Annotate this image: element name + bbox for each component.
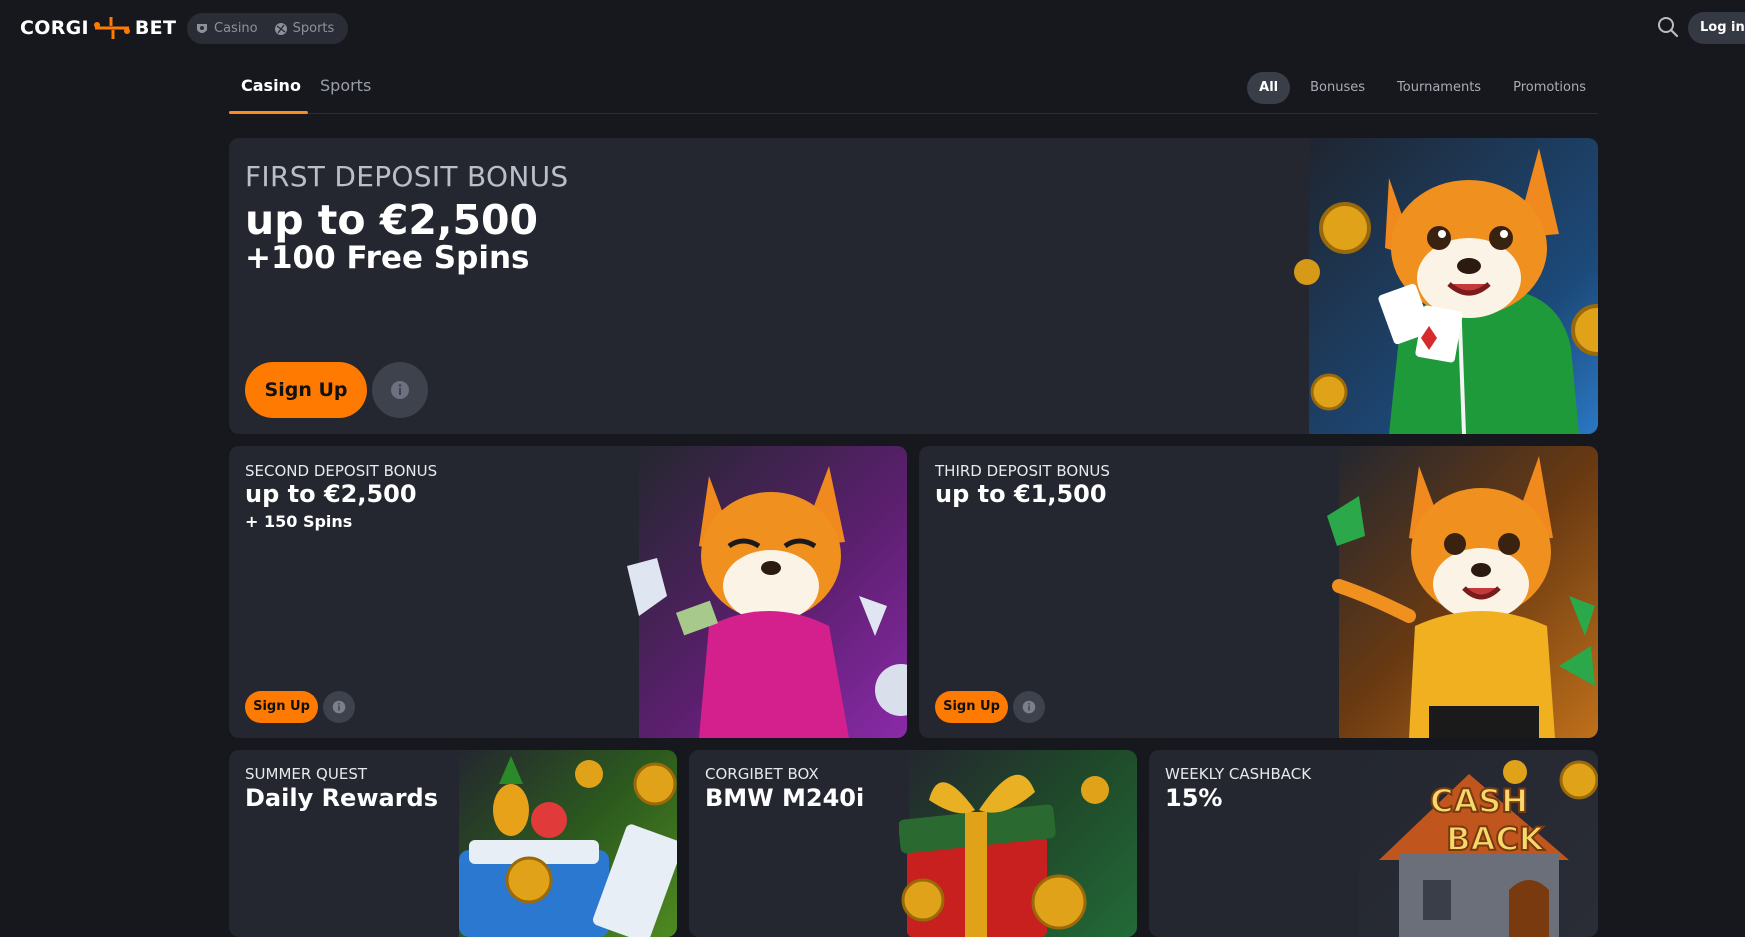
promo-headline: up to €2,500: [245, 196, 539, 244]
promo-card-first-deposit[interactable]: FIRST DEPOSIT BONUS up to €2,500 +100 Fr…: [229, 138, 1598, 434]
info-icon: [332, 700, 346, 714]
filter-pills: All Bonuses Tournaments Promotions: [1247, 72, 1598, 104]
corgibet-logo[interactable]: CORGI BET: [20, 14, 176, 42]
promo-headline: BMW M240i: [705, 784, 865, 812]
promo-kicker: CORGIBET BOX: [705, 765, 819, 783]
info-icon: [391, 381, 409, 399]
cashback-art-text-cash: CASH: [1430, 782, 1528, 820]
info-icon: [1022, 700, 1036, 714]
promo-card-summer-quest[interactable]: SUMMER QUEST Daily Rewards: [229, 750, 677, 937]
promo-kicker: THIRD DEPOSIT BONUS: [935, 462, 1110, 480]
active-tab-underline: [229, 111, 308, 114]
promo-kicker: FIRST DEPOSIT BONUS: [245, 160, 569, 193]
info-button[interactable]: [323, 691, 355, 723]
corgi-diva-mascot-image: [627, 466, 907, 738]
promo-card-second-deposit[interactable]: SECOND DEPOSIT BONUS up to €2,500 + 150 …: [229, 446, 907, 738]
promo-headline: Daily Rewards: [245, 784, 438, 812]
gift-box-image: [899, 774, 1109, 937]
soccer-ball-icon: [274, 22, 287, 35]
tab-casino[interactable]: Casino: [241, 76, 301, 114]
login-button[interactable]: Log in: [1688, 12, 1745, 44]
cashback-house-image: CASH BACK: [1379, 760, 1598, 937]
promo-kicker: WEEKLY CASHBACK: [1165, 765, 1312, 783]
promo-kicker: SUMMER QUEST: [245, 765, 367, 783]
corgi-money-mascot-image: [1327, 456, 1595, 738]
logo-text-left: CORGI: [20, 17, 89, 39]
info-button[interactable]: [372, 362, 428, 418]
filter-promotions[interactable]: Promotions: [1501, 72, 1598, 104]
casino-sports-switch: Casino Sports: [187, 13, 348, 44]
info-button[interactable]: [1013, 691, 1045, 723]
promo-subline: +100 Free Spins: [245, 240, 530, 276]
logo-text-right: BET: [134, 17, 177, 39]
corgi-poker-mascot-image: [1294, 148, 1598, 434]
promo-card-weekly-cashback[interactable]: WEEKLY CASHBACK 15% CASH BACK: [1149, 750, 1598, 937]
casino-chip-icon: [197, 23, 207, 33]
promo-card-corgibet-box[interactable]: CORGIBET BOX BMW M240i: [689, 750, 1137, 937]
switch-casino[interactable]: Casino: [195, 21, 258, 36]
switch-sports[interactable]: Sports: [274, 21, 335, 36]
promotions-tab-bar: Casino Sports All Bonuses Tournaments Pr…: [229, 56, 1598, 114]
sign-up-button[interactable]: Sign Up: [245, 362, 367, 418]
sign-up-button[interactable]: Sign Up: [245, 691, 318, 723]
promo-headline: up to €1,500: [935, 480, 1107, 508]
sign-up-button[interactable]: Sign Up: [935, 691, 1008, 723]
filter-all[interactable]: All: [1247, 72, 1291, 104]
top-bar: CORGI BET Casino Sports Log in: [0, 0, 1745, 56]
filter-bonuses[interactable]: Bonuses: [1298, 72, 1377, 104]
promo-subline: + 150 Spins: [245, 512, 353, 531]
promo-card-third-deposit[interactable]: THIRD DEPOSIT BONUS up to €1,500 Sign Up: [919, 446, 1598, 738]
cashback-art-text-back: BACK: [1446, 820, 1545, 858]
summer-cooler-image: [459, 756, 677, 937]
switch-sports-label: Sports: [292, 21, 335, 36]
tab-sports[interactable]: Sports: [320, 76, 371, 114]
bone-logo-icon: [93, 17, 130, 39]
switch-casino-label: Casino: [214, 21, 258, 36]
promo-headline: up to €2,500: [245, 480, 417, 508]
filter-tournaments[interactable]: Tournaments: [1385, 72, 1493, 104]
promo-headline: 15%: [1165, 784, 1223, 812]
search-icon[interactable]: [1656, 15, 1680, 39]
promo-kicker: SECOND DEPOSIT BONUS: [245, 462, 438, 480]
